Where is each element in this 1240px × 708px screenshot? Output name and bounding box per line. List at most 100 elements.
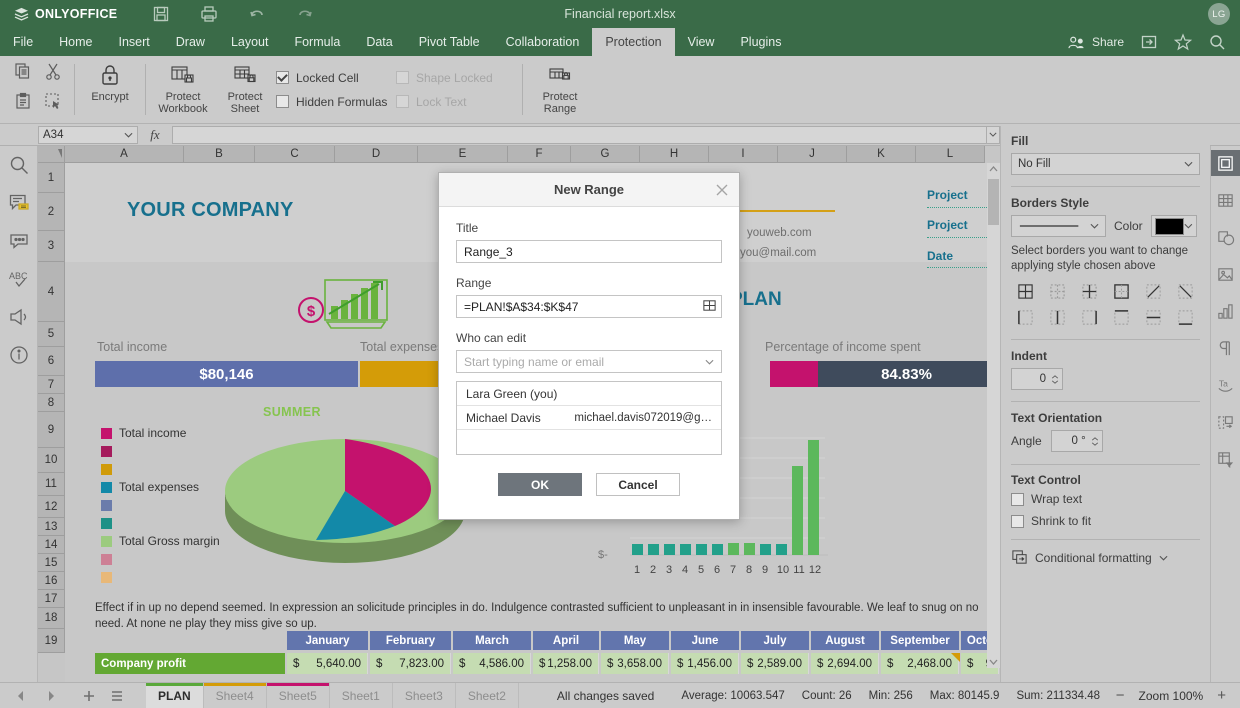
- column-header-l[interactable]: L: [916, 146, 985, 163]
- expand-formula-bar-button[interactable]: [986, 126, 1000, 144]
- tab-collaboration[interactable]: Collaboration: [493, 28, 593, 56]
- left-border-icon[interactable]: [1011, 306, 1039, 328]
- sheet-tab-sheet3[interactable]: Sheet3: [393, 683, 456, 708]
- vertical-scrollbar[interactable]: [987, 163, 1000, 668]
- angle-stepper[interactable]: 0 °: [1051, 430, 1103, 452]
- next-sheet-icon[interactable]: [44, 689, 58, 703]
- tab-layout[interactable]: Layout: [218, 28, 282, 56]
- column-header-g[interactable]: G: [571, 146, 640, 163]
- select-all-corner[interactable]: [38, 146, 65, 163]
- shape-settings-icon[interactable]: [1211, 224, 1240, 250]
- select-range-icon[interactable]: [702, 298, 717, 316]
- vertical-scroll-thumb[interactable]: [988, 179, 999, 225]
- sheet-tab-sheet4[interactable]: Sheet4: [204, 683, 267, 708]
- inner-borders-icon[interactable]: [1075, 280, 1103, 302]
- row-header-7[interactable]: 7: [38, 376, 65, 394]
- row-header-1[interactable]: 1: [38, 163, 65, 193]
- chat-icon[interactable]: [8, 230, 30, 252]
- sheet-tab-sheet1[interactable]: Sheet1: [330, 683, 393, 708]
- comments-icon[interactable]: [8, 192, 30, 214]
- column-header-k[interactable]: K: [847, 146, 916, 163]
- close-icon[interactable]: [714, 182, 730, 198]
- row-header-15[interactable]: 15: [38, 554, 65, 572]
- tab-view[interactable]: View: [675, 28, 728, 56]
- about-icon[interactable]: [8, 344, 30, 366]
- list-item[interactable]: Michael Davis michael.davis072019@g…: [457, 406, 721, 430]
- column-header-c[interactable]: C: [255, 146, 335, 163]
- row-header-17[interactable]: 17: [38, 590, 65, 608]
- undo-icon[interactable]: [247, 4, 267, 24]
- search-icon[interactable]: [8, 154, 30, 176]
- row-header-6[interactable]: 6: [38, 347, 65, 376]
- column-header-d[interactable]: D: [335, 146, 418, 163]
- tab-data[interactable]: Data: [353, 28, 405, 56]
- no-borders-icon[interactable]: [1043, 280, 1071, 302]
- add-sheet-icon[interactable]: [82, 689, 96, 703]
- encrypt-button[interactable]: Encrypt: [81, 56, 139, 123]
- save-icon[interactable]: [151, 4, 171, 24]
- outer-borders-icon[interactable]: [1107, 280, 1135, 302]
- tab-formula[interactable]: Formula: [281, 28, 353, 56]
- row-header-4[interactable]: 4: [38, 262, 65, 322]
- share-button[interactable]: Share: [1067, 35, 1124, 50]
- row-header-5[interactable]: 5: [38, 322, 65, 347]
- column-header-h[interactable]: H: [640, 146, 709, 163]
- hidden-formulas-checkbox[interactable]: Hidden Formulas: [276, 95, 396, 109]
- row-header-2[interactable]: 2: [38, 193, 65, 231]
- previous-sheet-icon[interactable]: [14, 689, 28, 703]
- protect-range-button[interactable]: Protect Range: [529, 56, 591, 123]
- diagonal-up-border-icon[interactable]: [1140, 280, 1168, 302]
- protect-workbook-button[interactable]: Protect Workbook: [152, 56, 214, 123]
- paste-icon[interactable]: [13, 91, 33, 111]
- row-header-11[interactable]: 11: [38, 473, 65, 496]
- row-header-12[interactable]: 12: [38, 496, 65, 518]
- row-header-14[interactable]: 14: [38, 536, 65, 554]
- tab-draw[interactable]: Draw: [163, 28, 218, 56]
- insert-function-button[interactable]: fx: [138, 127, 172, 143]
- row-header-10[interactable]: 10: [38, 448, 65, 473]
- sheet-tab-plan[interactable]: PLAN: [146, 683, 204, 708]
- fill-select[interactable]: No Fill: [1011, 153, 1200, 175]
- copy-icon[interactable]: [13, 61, 33, 81]
- row-header-8[interactable]: 8: [38, 394, 65, 412]
- column-header-j[interactable]: J: [778, 146, 847, 163]
- column-header-a[interactable]: A: [65, 146, 184, 163]
- print-icon[interactable]: [199, 4, 219, 24]
- spellcheck-icon[interactable]: ABC: [8, 268, 30, 290]
- inner-horizontal-border-icon[interactable]: [1140, 306, 1168, 328]
- row-header-3[interactable]: 3: [38, 231, 65, 262]
- column-header-i[interactable]: I: [709, 146, 778, 163]
- right-border-icon[interactable]: [1075, 306, 1103, 328]
- all-borders-icon[interactable]: [1011, 280, 1039, 302]
- list-item[interactable]: Lara Green (you): [457, 382, 721, 406]
- sheet-tab-sheet5[interactable]: Sheet5: [267, 683, 330, 708]
- chart-settings-icon[interactable]: [1211, 298, 1240, 324]
- wrap-text-checkbox[interactable]: Wrap text: [1011, 492, 1200, 506]
- formula-input[interactable]: [172, 126, 986, 144]
- ok-button[interactable]: OK: [498, 473, 582, 496]
- inner-vertical-border-icon[interactable]: [1043, 306, 1071, 328]
- top-border-icon[interactable]: [1107, 306, 1135, 328]
- sheet-tab-sheet2[interactable]: Sheet2: [456, 683, 519, 708]
- tab-protection[interactable]: Protection: [592, 28, 674, 56]
- name-box[interactable]: A34: [38, 126, 138, 144]
- locked-cell-checkbox[interactable]: Locked Cell: [276, 71, 396, 85]
- border-color-select[interactable]: [1151, 215, 1197, 237]
- select-all-icon[interactable]: [43, 91, 63, 111]
- avatar[interactable]: LG: [1208, 3, 1230, 25]
- paragraph-settings-icon[interactable]: [1211, 335, 1240, 361]
- tab-home[interactable]: Home: [46, 28, 105, 56]
- column-header-e[interactable]: E: [418, 146, 508, 163]
- row-header-16[interactable]: 16: [38, 572, 65, 590]
- indent-stepper[interactable]: 0: [1011, 368, 1063, 390]
- zoom-in-button[interactable]: +: [1217, 688, 1226, 703]
- protect-sheet-button[interactable]: Protect Sheet: [214, 56, 276, 123]
- image-settings-icon[interactable]: [1211, 261, 1240, 287]
- cut-icon[interactable]: [43, 61, 63, 81]
- zoom-out-button[interactable]: −: [1116, 688, 1125, 703]
- text-art-settings-icon[interactable]: Ta: [1211, 372, 1240, 398]
- border-line-style-select[interactable]: [1011, 215, 1106, 237]
- favorite-star-icon[interactable]: [1174, 33, 1192, 51]
- tab-pivot-table[interactable]: Pivot Table: [406, 28, 493, 56]
- conditional-formatting-button[interactable]: Conditional formatting: [1011, 549, 1200, 566]
